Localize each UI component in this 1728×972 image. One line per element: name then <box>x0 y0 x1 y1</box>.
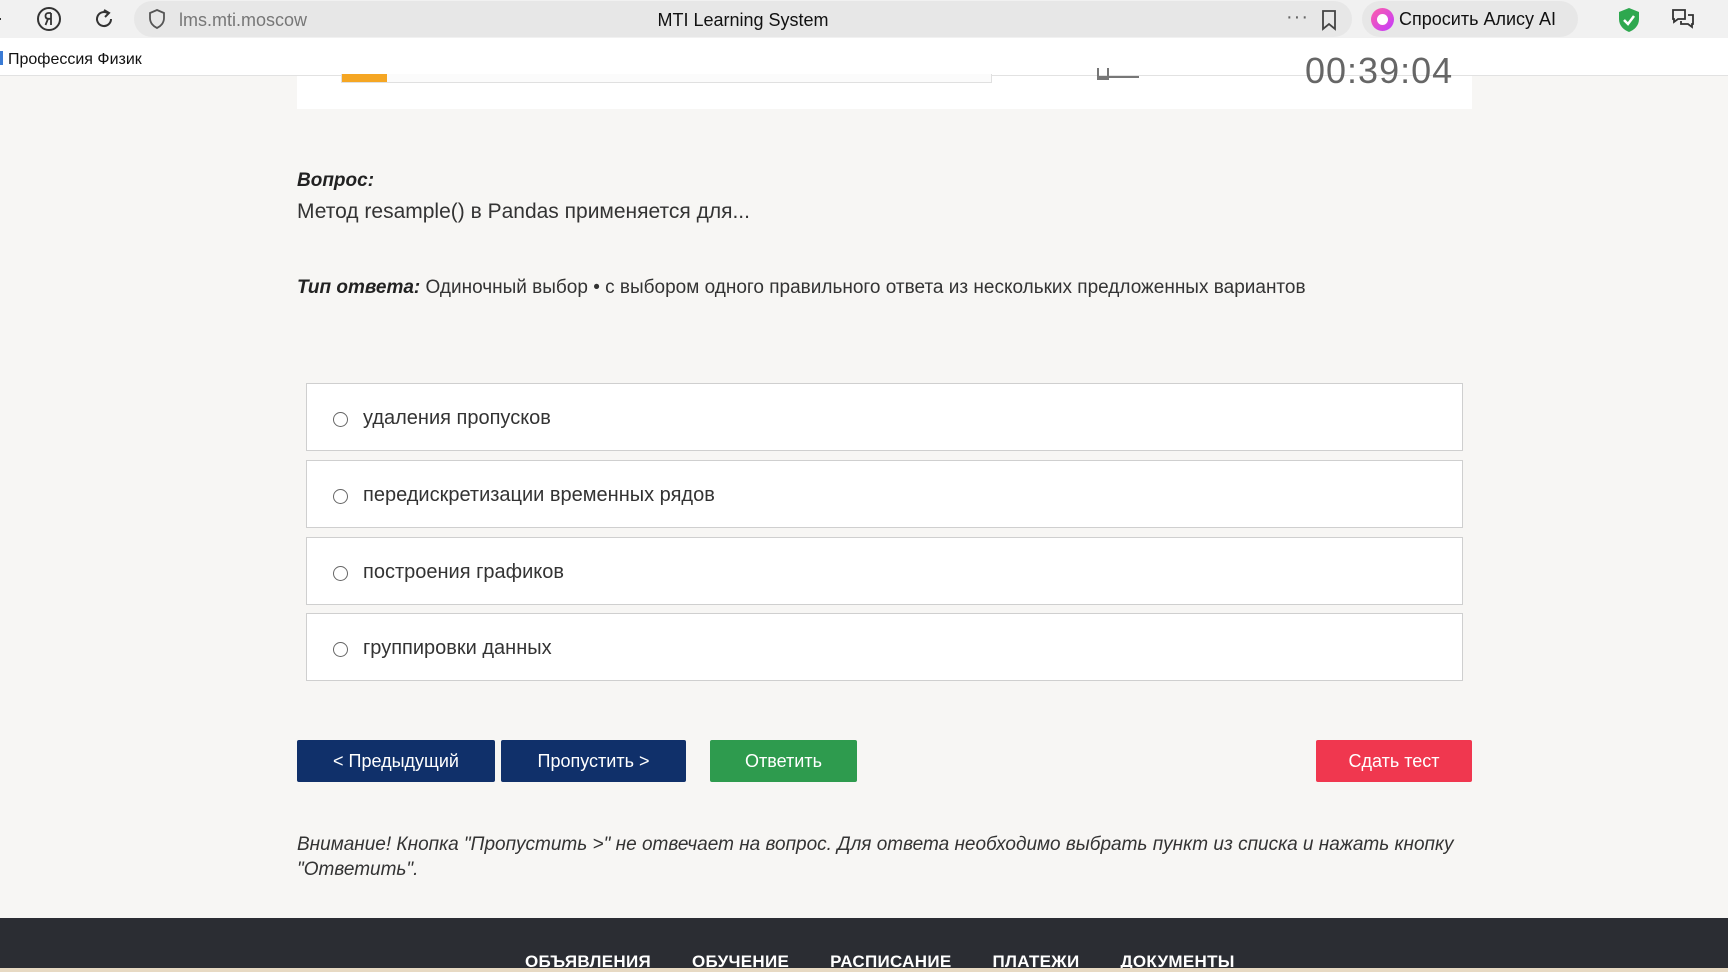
radio-button[interactable] <box>333 489 348 504</box>
option-label: удаления пропусков <box>363 407 551 429</box>
bookmarks-bar: Профессия Физик <box>0 38 1728 76</box>
answer-option[interactable]: группировки данных <box>306 613 1463 681</box>
bookmark-item[interactable]: Профессия Физик <box>8 51 142 69</box>
answer-option[interactable]: удаления пропусков <box>306 383 1463 451</box>
skip-button[interactable]: Пропустить > <box>501 740 686 782</box>
option-label: группировки данных <box>363 637 552 659</box>
bookmark-favicon-icon <box>0 51 3 65</box>
protect-shield-icon[interactable] <box>1616 6 1642 39</box>
question-label: Вопрос: <box>297 170 375 191</box>
yandex-logo-icon[interactable] <box>36 6 62 32</box>
more-icon[interactable]: ··· <box>1286 6 1309 29</box>
site-footer: ОБЪЯВЛЕНИЯ ОБУЧЕНИЕ РАСПИСАНИЕ ПЛАТЕЖИ Д… <box>0 918 1728 972</box>
radio-button[interactable] <box>333 412 348 427</box>
bookmark-icon[interactable] <box>1320 9 1338 36</box>
ask-alice-label: Спросить Алису AI <box>1399 9 1557 29</box>
radio-button[interactable] <box>333 642 348 657</box>
answer-type-text: Одиночный выбор • с выбором одного прави… <box>425 277 1306 298</box>
reload-icon[interactable] <box>91 6 117 32</box>
submit-test-button[interactable]: Сдать тест <box>1316 740 1472 782</box>
page-title: MTI Learning System <box>657 10 829 30</box>
progress-bar <box>341 74 992 83</box>
progress-fill <box>342 74 388 82</box>
browser-toolbar: lms.mti.moscow MTI Learning System ··· С… <box>0 0 1728 38</box>
alice-icon <box>1371 8 1394 31</box>
chat-bubbles-icon[interactable] <box>1670 7 1696 36</box>
timer-icon <box>1097 68 1139 80</box>
address-bar[interactable]: lms.mti.moscow MTI Learning System ··· <box>134 1 1352 37</box>
radio-button[interactable] <box>333 566 348 581</box>
option-label: построения графиков <box>363 561 564 583</box>
option-label: передискретизации временных рядов <box>363 484 715 506</box>
progress-card: 00:39:04 <box>297 50 1472 109</box>
answer-option[interactable]: построения графиков <box>306 537 1463 605</box>
timer: 00:39:04 <box>1305 50 1454 91</box>
answer-option[interactable]: передискретизации временных рядов <box>306 460 1463 528</box>
warning-note: Внимание! Кнопка "Пропустить >" не отвеч… <box>297 834 1454 880</box>
previous-button[interactable]: < Предыдущий <box>297 740 495 782</box>
answer-type-label: Тип ответа: <box>297 277 421 298</box>
footer-bottom-strip <box>0 968 1728 972</box>
answer-type: Тип ответа: Одиночный выбор • с выбором … <box>297 277 1306 299</box>
ask-alice-button[interactable]: Спросить Алису AI <box>1362 1 1578 37</box>
question-text: Метод resample() в Pandas применяется дл… <box>297 200 750 223</box>
answer-button[interactable]: Ответить <box>710 740 857 782</box>
back-arrow-icon[interactable] <box>0 6 12 32</box>
